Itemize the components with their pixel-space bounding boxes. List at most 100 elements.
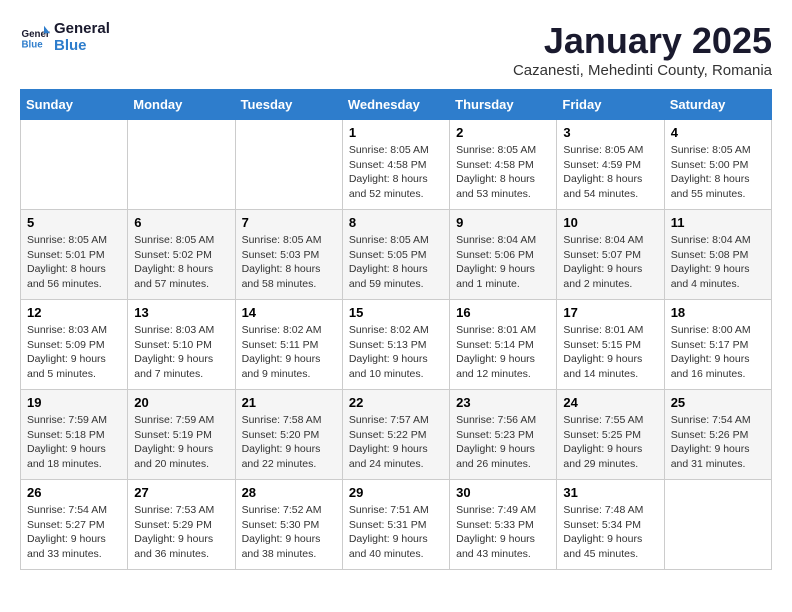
day-number: 28: [242, 485, 336, 500]
calendar-cell: [235, 120, 342, 210]
location-title: Cazanesti, Mehedinti County, Romania: [513, 62, 772, 79]
logo-line2: Blue: [54, 37, 110, 54]
day-info: Sunrise: 8:05 AM Sunset: 5:01 PM Dayligh…: [27, 233, 121, 292]
calendar-week-row: 12Sunrise: 8:03 AM Sunset: 5:09 PM Dayli…: [21, 300, 772, 390]
day-info: Sunrise: 7:59 AM Sunset: 5:19 PM Dayligh…: [134, 413, 228, 472]
day-number: 11: [671, 215, 765, 230]
logo-line1: General: [54, 20, 110, 37]
day-number: 31: [563, 485, 657, 500]
day-number: 27: [134, 485, 228, 500]
calendar-cell: 23 Sunrise: 7:56 AM Sunset: 5:23 PM Dayli…: [450, 390, 557, 480]
day-info: Sunrise: 7:52 AM Sunset: 5:30 PM Dayligh…: [242, 503, 336, 562]
day-number: 22: [349, 395, 443, 410]
calendar-cell: [664, 480, 771, 570]
calendar-cell: 29 Sunrise: 7:51 AM Sunset: 5:31 PM Dayli…: [342, 480, 449, 570]
header: General Blue General Blue January 2025 C…: [20, 20, 772, 79]
day-info: Sunrise: 8:05 AM Sunset: 5:00 PM Dayligh…: [671, 143, 765, 202]
day-info: Sunrise: 7:56 AM Sunset: 5:23 PM Dayligh…: [456, 413, 550, 472]
day-info: Sunrise: 8:02 AM Sunset: 5:11 PM Dayligh…: [242, 323, 336, 382]
calendar-cell: 18 Sunrise: 8:00 AM Sunset: 5:17 PM Dayli…: [664, 300, 771, 390]
calendar-cell: 15 Sunrise: 8:02 AM Sunset: 5:13 PM Dayli…: [342, 300, 449, 390]
svg-text:Blue: Blue: [22, 40, 44, 51]
day-number: 2: [456, 125, 550, 140]
calendar-cell: 25Sunrise: 7:54 AM Sunset: 5:26 PM Dayli…: [664, 390, 771, 480]
day-info: Sunrise: 8:02 AM Sunset: 5:13 PM Dayligh…: [349, 323, 443, 382]
day-info: Sunrise: 7:51 AM Sunset: 5:31 PM Dayligh…: [349, 503, 443, 562]
calendar-cell: 2 Sunrise: 8:05 AM Sunset: 4:58 PM Daylig…: [450, 120, 557, 210]
calendar-cell: 5 Sunrise: 8:05 AM Sunset: 5:01 PM Daylig…: [21, 210, 128, 300]
weekday-header-cell: Thursday: [450, 90, 557, 120]
day-number: 7: [242, 215, 336, 230]
calendar-cell: 19Sunrise: 7:59 AM Sunset: 5:18 PM Dayli…: [21, 390, 128, 480]
calendar-cell: 6 Sunrise: 8:05 AM Sunset: 5:02 PM Daylig…: [128, 210, 235, 300]
day-info: Sunrise: 8:04 AM Sunset: 5:07 PM Dayligh…: [563, 233, 657, 292]
calendar-cell: 11Sunrise: 8:04 AM Sunset: 5:08 PM Dayli…: [664, 210, 771, 300]
day-number: 26: [27, 485, 121, 500]
calendar-cell: 13 Sunrise: 8:03 AM Sunset: 5:10 PM Dayli…: [128, 300, 235, 390]
calendar-cell: 17 Sunrise: 8:01 AM Sunset: 5:15 PM Dayli…: [557, 300, 664, 390]
day-number: 13: [134, 305, 228, 320]
calendar-cell: 12Sunrise: 8:03 AM Sunset: 5:09 PM Dayli…: [21, 300, 128, 390]
day-number: 18: [671, 305, 765, 320]
day-number: 15: [349, 305, 443, 320]
day-info: Sunrise: 8:05 AM Sunset: 5:02 PM Dayligh…: [134, 233, 228, 292]
calendar-cell: 3 Sunrise: 8:05 AM Sunset: 4:59 PM Daylig…: [557, 120, 664, 210]
day-info: Sunrise: 7:48 AM Sunset: 5:34 PM Dayligh…: [563, 503, 657, 562]
weekday-header-cell: Wednesday: [342, 90, 449, 120]
day-info: Sunrise: 8:05 AM Sunset: 4:59 PM Dayligh…: [563, 143, 657, 202]
calendar-cell: 10Sunrise: 8:04 AM Sunset: 5:07 PM Dayli…: [557, 210, 664, 300]
weekday-header-row: SundayMondayTuesdayWednesdayThursdayFrid…: [21, 90, 772, 120]
weekday-header-cell: Sunday: [21, 90, 128, 120]
month-title: January 2025: [513, 20, 772, 62]
calendar-week-row: 1Sunrise: 8:05 AM Sunset: 4:58 PM Daylig…: [21, 120, 772, 210]
calendar-cell: 8 Sunrise: 8:05 AM Sunset: 5:05 PM Daylig…: [342, 210, 449, 300]
day-number: 19: [27, 395, 121, 410]
calendar-cell: 16Sunrise: 8:01 AM Sunset: 5:14 PM Dayli…: [450, 300, 557, 390]
calendar-cell: 20 Sunrise: 7:59 AM Sunset: 5:19 PM Dayli…: [128, 390, 235, 480]
day-number: 23: [456, 395, 550, 410]
calendar-cell: 27 Sunrise: 7:53 AM Sunset: 5:29 PM Dayli…: [128, 480, 235, 570]
weekday-header-cell: Saturday: [664, 90, 771, 120]
day-number: 3: [563, 125, 657, 140]
day-number: 14: [242, 305, 336, 320]
day-info: Sunrise: 8:05 AM Sunset: 5:05 PM Dayligh…: [349, 233, 443, 292]
day-number: 9: [456, 215, 550, 230]
day-number: 16: [456, 305, 550, 320]
day-info: Sunrise: 8:03 AM Sunset: 5:10 PM Dayligh…: [134, 323, 228, 382]
day-number: 29: [349, 485, 443, 500]
calendar-cell: [21, 120, 128, 210]
calendar-week-row: 5 Sunrise: 8:05 AM Sunset: 5:01 PM Daylig…: [21, 210, 772, 300]
day-info: Sunrise: 7:53 AM Sunset: 5:29 PM Dayligh…: [134, 503, 228, 562]
day-number: 20: [134, 395, 228, 410]
day-number: 6: [134, 215, 228, 230]
day-info: Sunrise: 8:05 AM Sunset: 5:03 PM Dayligh…: [242, 233, 336, 292]
day-number: 30: [456, 485, 550, 500]
day-info: Sunrise: 8:01 AM Sunset: 5:15 PM Dayligh…: [563, 323, 657, 382]
day-number: 8: [349, 215, 443, 230]
day-info: Sunrise: 7:49 AM Sunset: 5:33 PM Dayligh…: [456, 503, 550, 562]
calendar-cell: [128, 120, 235, 210]
weekday-header-cell: Friday: [557, 90, 664, 120]
calendar-cell: 21Sunrise: 7:58 AM Sunset: 5:20 PM Dayli…: [235, 390, 342, 480]
day-number: 17: [563, 305, 657, 320]
day-info: Sunrise: 7:57 AM Sunset: 5:22 PM Dayligh…: [349, 413, 443, 472]
day-info: Sunrise: 8:05 AM Sunset: 4:58 PM Dayligh…: [456, 143, 550, 202]
weekday-header-cell: Monday: [128, 90, 235, 120]
day-number: 21: [242, 395, 336, 410]
calendar-table: SundayMondayTuesdayWednesdayThursdayFrid…: [20, 89, 772, 570]
day-info: Sunrise: 8:05 AM Sunset: 4:58 PM Dayligh…: [349, 143, 443, 202]
day-info: Sunrise: 8:00 AM Sunset: 5:17 PM Dayligh…: [671, 323, 765, 382]
calendar-cell: 28 Sunrise: 7:52 AM Sunset: 5:30 PM Dayli…: [235, 480, 342, 570]
title-area: January 2025 Cazanesti, Mehedinti County…: [513, 20, 772, 79]
day-number: 12: [27, 305, 121, 320]
calendar-cell: 31 Sunrise: 7:48 AM Sunset: 5:34 PM Dayli…: [557, 480, 664, 570]
calendar-week-row: 26 Sunrise: 7:54 AM Sunset: 5:27 PM Dayli…: [21, 480, 772, 570]
day-number: 5: [27, 215, 121, 230]
day-info: Sunrise: 8:04 AM Sunset: 5:06 PM Dayligh…: [456, 233, 550, 292]
calendar-cell: 26 Sunrise: 7:54 AM Sunset: 5:27 PM Dayli…: [21, 480, 128, 570]
day-number: 24: [563, 395, 657, 410]
calendar-body: 1Sunrise: 8:05 AM Sunset: 4:58 PM Daylig…: [21, 120, 772, 570]
logo: General Blue General Blue: [20, 20, 110, 54]
calendar-cell: 30 Sunrise: 7:49 AM Sunset: 5:33 PM Dayli…: [450, 480, 557, 570]
day-info: Sunrise: 7:54 AM Sunset: 5:27 PM Dayligh…: [27, 503, 121, 562]
